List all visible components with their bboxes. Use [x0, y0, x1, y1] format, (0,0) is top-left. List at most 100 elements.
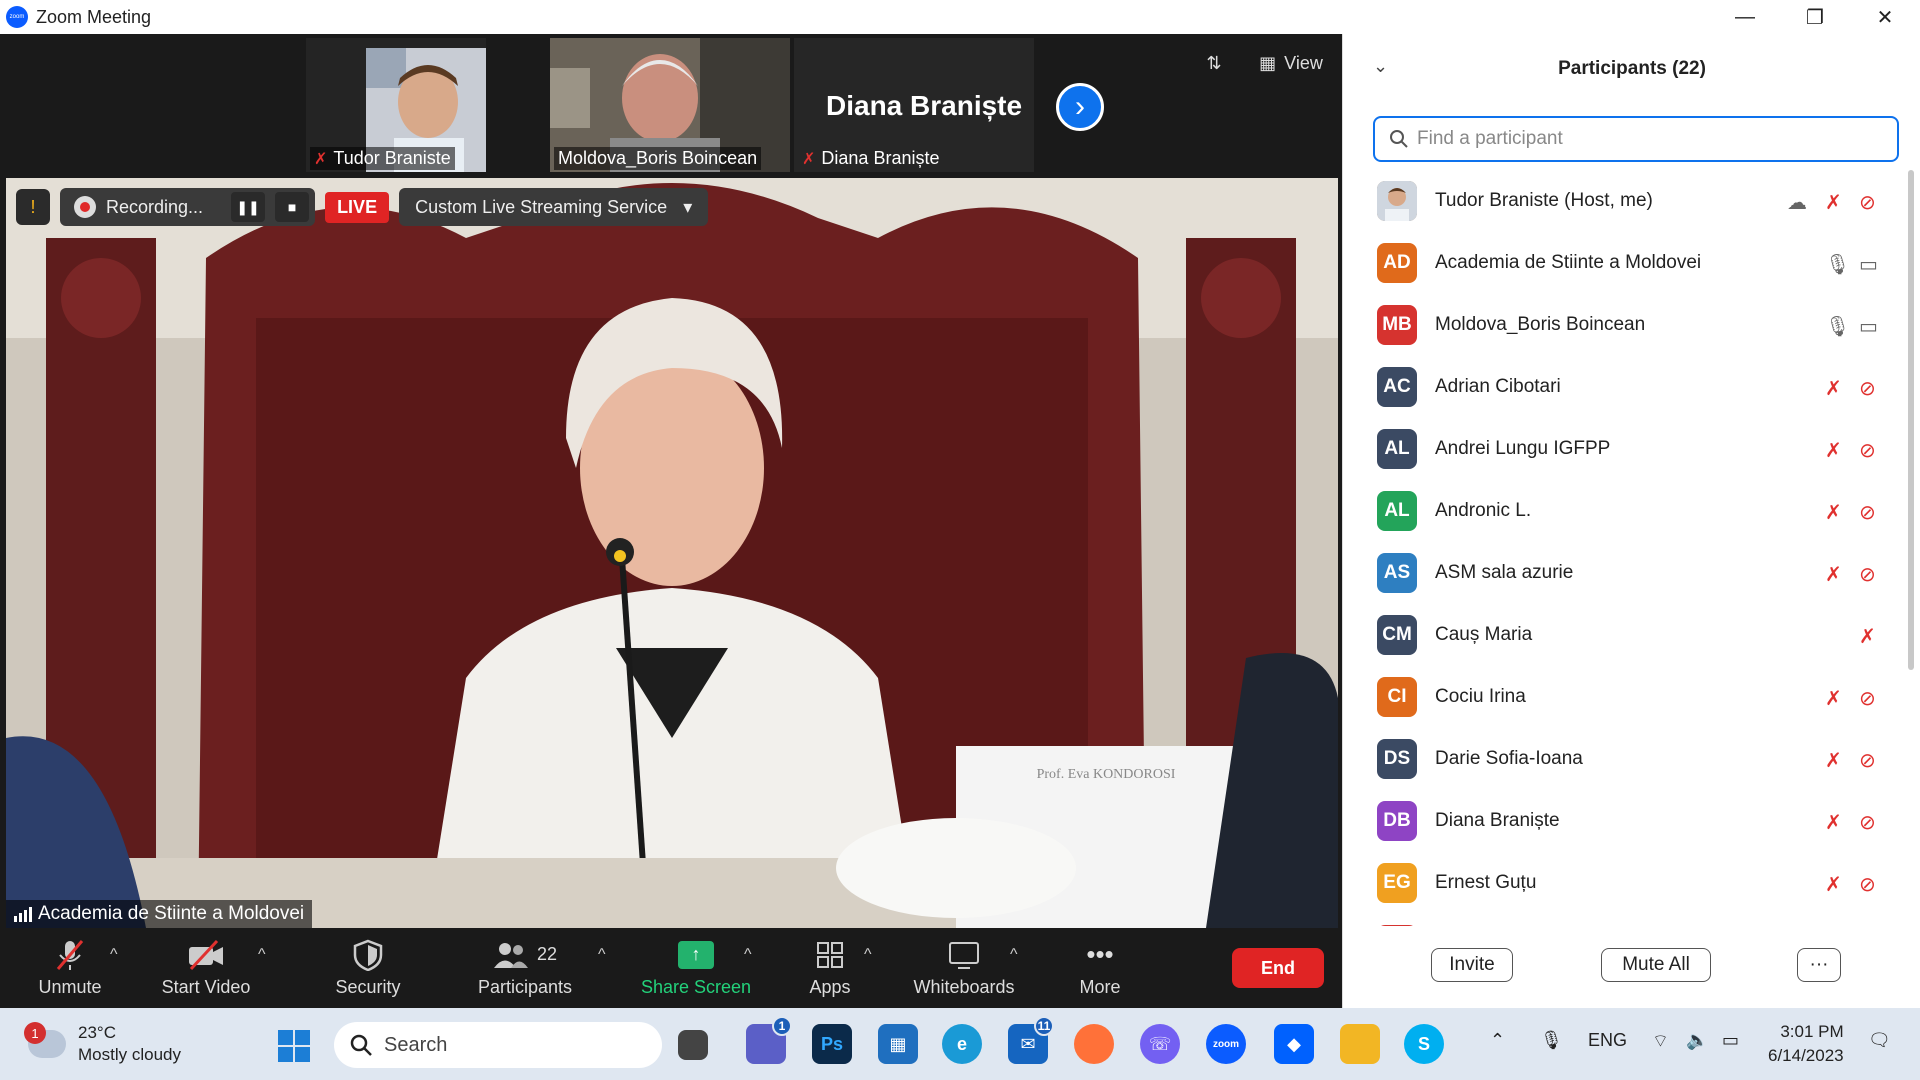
wifi-icon[interactable]: ⌔ — [1652, 1030, 1669, 1053]
unmute-button[interactable]: Unmute — [30, 928, 110, 1008]
next-page-arrow-icon[interactable]: › — [1056, 83, 1104, 131]
video-off-icon[interactable]: ⊘ — [1859, 748, 1876, 773]
more-options-button[interactable]: ··· — [1797, 948, 1841, 982]
participant-row[interactable]: AL Andronic L. ✗ ⊘ — [1343, 480, 1903, 542]
mic-on-icon[interactable]: 🎙 — [1825, 252, 1850, 277]
security-shield-icon[interactable]: ! — [16, 189, 50, 225]
mic-off-icon[interactable]: ✗ — [1859, 624, 1876, 649]
file-explorer-icon[interactable] — [1340, 1024, 1380, 1064]
video-off-icon[interactable]: ⊘ — [1859, 500, 1876, 525]
participants-options-caret-icon[interactable]: ^ — [598, 946, 606, 964]
weather-widget[interactable]: 1 23°C Mostly cloudy — [24, 1022, 181, 1066]
video-off-icon[interactable]: ⊘ — [1859, 872, 1876, 897]
pause-recording-button[interactable]: ❚❚ — [231, 192, 266, 222]
photoshop-icon[interactable]: Ps — [812, 1024, 852, 1064]
start-button[interactable] — [278, 1030, 310, 1062]
apps-button[interactable]: Apps — [800, 928, 860, 1008]
mic-off-icon[interactable]: ✗ — [1825, 686, 1842, 711]
video-on-icon[interactable]: ▭ — [1859, 314, 1878, 339]
end-meeting-button[interactable]: End — [1232, 948, 1324, 988]
whiteboards-button[interactable]: Whiteboards — [904, 928, 1024, 1008]
maximize-button[interactable]: ❐ — [1780, 0, 1850, 34]
shield-icon — [353, 939, 383, 971]
viber-icon[interactable]: ☏ — [1140, 1024, 1180, 1064]
language-indicator[interactable]: ENG — [1588, 1030, 1627, 1051]
video-off-icon[interactable]: ⊘ — [1859, 190, 1876, 215]
zoom-logo-icon: zoom — [6, 6, 28, 28]
clock[interactable]: 3:01 PM 6/14/2023 — [1768, 1020, 1844, 1068]
participant-row[interactable]: AS ASM sala azurie ✗ ⊘ — [1343, 542, 1903, 604]
firefox-icon[interactable] — [1074, 1024, 1114, 1064]
view-button[interactable]: ▦ View — [1250, 46, 1332, 80]
taskbar-search[interactable]: Search — [334, 1022, 662, 1068]
start-video-button[interactable]: Start Video — [156, 928, 256, 1008]
zoom-icon[interactable]: zoom — [1206, 1024, 1246, 1064]
mic-off-icon[interactable]: ✗ — [1825, 500, 1842, 525]
stop-recording-button[interactable]: ■ — [275, 192, 310, 222]
mic-off-icon[interactable]: ✗ — [1825, 190, 1842, 215]
video-off-icon[interactable]: ⊘ — [1859, 438, 1876, 463]
close-button[interactable]: ✕ — [1850, 0, 1920, 34]
share-screen-icon: ↑ — [678, 939, 714, 971]
live-badge[interactable]: LIVE — [325, 191, 390, 223]
video-thumb[interactable]: ✗ Tudor Braniste — [306, 38, 486, 172]
video-off-icon[interactable]: ⊘ — [1859, 562, 1876, 587]
participant-row[interactable]: Tudor Braniste (Host, me) ☁ ✗ ⊘ — [1343, 170, 1903, 232]
apps-icon — [815, 939, 845, 971]
chevron-up-icon[interactable]: ⌃ — [1490, 1030, 1505, 1051]
participant-search-input[interactable]: Find a participant — [1373, 116, 1899, 162]
volume-icon[interactable]: 🔈 — [1686, 1030, 1708, 1051]
video-on-icon[interactable]: ▭ — [1859, 252, 1878, 277]
mic-off-icon[interactable]: ✗ — [1825, 376, 1842, 401]
participant-row[interactable]: EG Ernest Guțu ✗ ⊘ — [1343, 852, 1903, 914]
mail-icon[interactable]: ✉ 11 — [1008, 1016, 1054, 1064]
whiteboards-options-caret-icon[interactable]: ^ — [1010, 946, 1018, 964]
participant-list-scrollbar[interactable] — [1908, 170, 1914, 670]
more-button[interactable]: ••• More — [1070, 928, 1130, 1008]
mic-off-icon[interactable]: ✗ — [1825, 562, 1842, 587]
dropbox-icon[interactable]: ◆ — [1274, 1024, 1314, 1064]
video-off-icon[interactable]: ⊘ — [1859, 376, 1876, 401]
nameplate-text: Prof. Eva KONDOROSI — [1037, 767, 1176, 782]
participant-row[interactable]: DB Diana Braniște ✗ ⊘ — [1343, 790, 1903, 852]
skype-icon[interactable]: S — [1404, 1024, 1444, 1064]
participants-panel: ⌄ Participants (22) Find a participant T… — [1342, 34, 1920, 1008]
video-off-icon[interactable]: ⊘ — [1859, 810, 1876, 835]
mic-on-icon[interactable]: 🎙 — [1825, 314, 1850, 339]
security-button[interactable]: Security — [328, 928, 408, 1008]
streaming-service-dropdown[interactable]: Custom Live Streaming Service ▾ — [399, 188, 709, 226]
participant-row[interactable]: MB Moldova_Boris Boincean 🎙 ▭ — [1343, 294, 1903, 356]
participant-row[interactable]: AL Andrei Lungu IGFPP ✗ ⊘ — [1343, 418, 1903, 480]
layout-lock-icon[interactable]: ⇅ — [1196, 46, 1232, 80]
participant-row[interactable]: CI Cociu Irina ✗ ⊘ — [1343, 666, 1903, 728]
participant-row[interactable]: AC Adrian Cibotari ✗ ⊘ — [1343, 356, 1903, 418]
teams-icon[interactable]: 1 — [746, 1016, 792, 1064]
participant-row[interactable]: DS Darie Sofia-Ioana ✗ ⊘ — [1343, 728, 1903, 790]
participant-row[interactable]: CM Cauș Maria ✗ — [1343, 604, 1903, 666]
video-thumb[interactable]: Moldova_Boris Boincean — [550, 38, 790, 172]
task-view-icon[interactable] — [678, 1030, 708, 1060]
video-options-caret-icon[interactable]: ^ — [258, 946, 266, 964]
invite-button[interactable]: Invite — [1431, 948, 1513, 982]
apps-options-caret-icon[interactable]: ^ — [864, 946, 872, 964]
mic-off-icon[interactable]: ✗ — [1825, 438, 1842, 463]
main-video[interactable]: Prof. Eva KONDOROSI ! Recording... ❚❚ ■ … — [6, 178, 1338, 928]
microphone-icon[interactable]: 🎙 — [1540, 1030, 1563, 1051]
unmute-options-caret-icon[interactable]: ^ — [110, 946, 118, 964]
notifications-icon[interactable]: 🗨 — [1868, 1030, 1891, 1051]
mic-off-icon[interactable]: ✗ — [1825, 748, 1842, 773]
share-screen-button[interactable]: ↑ Share Screen — [636, 928, 756, 1008]
avatar: CM — [1377, 615, 1417, 655]
participant-row[interactable]: AD Academia de Stiinte a Moldovei 🎙 ▭ — [1343, 232, 1903, 294]
share-options-caret-icon[interactable]: ^ — [744, 946, 752, 964]
participants-button[interactable]: 22 Participants — [470, 928, 580, 1008]
mute-all-button[interactable]: Mute All — [1601, 948, 1711, 982]
store-icon[interactable]: ▦ — [878, 1024, 918, 1064]
mic-off-icon[interactable]: ✗ — [1825, 872, 1842, 897]
video-off-icon[interactable]: ⊘ — [1859, 686, 1876, 711]
mic-off-icon[interactable]: ✗ — [1825, 810, 1842, 835]
battery-icon[interactable]: ▭ — [1722, 1030, 1739, 1051]
edge-icon[interactable]: e — [942, 1024, 982, 1064]
minimize-button[interactable]: — — [1710, 0, 1780, 34]
participant-row-partial[interactable] — [1343, 914, 1903, 926]
